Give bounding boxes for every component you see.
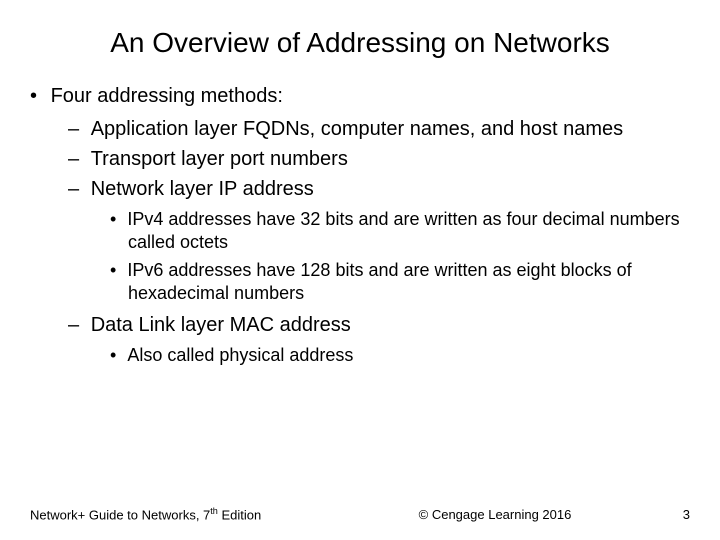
method-item: Data Link layer MAC address Also called … xyxy=(90,312,690,367)
method-text: Network layer IP address xyxy=(91,178,314,200)
intro-text: Four addressing methods: xyxy=(51,85,283,107)
method-item: Application layer FQDNs, computer names,… xyxy=(90,116,690,142)
sub-item: Also called physical address xyxy=(128,344,690,367)
footer-copyright: © Cengage Learning 2016 xyxy=(340,495,650,522)
footer-source-sup: th xyxy=(210,506,218,516)
sub-item: IPv4 addresses have 32 bits and are writ… xyxy=(128,208,690,255)
slide-footer: Network+ Guide to Networks, 7th Edition … xyxy=(30,495,690,522)
sub-item: IPv6 addresses have 128 bits and are wri… xyxy=(128,259,690,306)
slide-title: An Overview of Addressing on Networks xyxy=(30,25,690,60)
intro-bullet: Four addressing methods: Application lay… xyxy=(48,85,690,367)
method-text: Data Link layer MAC address xyxy=(91,314,351,336)
method-item: Network layer IP address IPv4 addresses … xyxy=(90,176,690,306)
footer-source: Network+ Guide to Networks, 7th Edition xyxy=(30,506,340,522)
footer-source-suffix: Edition xyxy=(218,507,261,522)
method-item: Transport layer port numbers xyxy=(90,146,690,172)
footer-source-prefix: Network+ Guide to Networks, 7 xyxy=(30,507,210,522)
page-number: 3 xyxy=(650,507,690,522)
slide-content: Four addressing methods: Application lay… xyxy=(30,85,690,367)
